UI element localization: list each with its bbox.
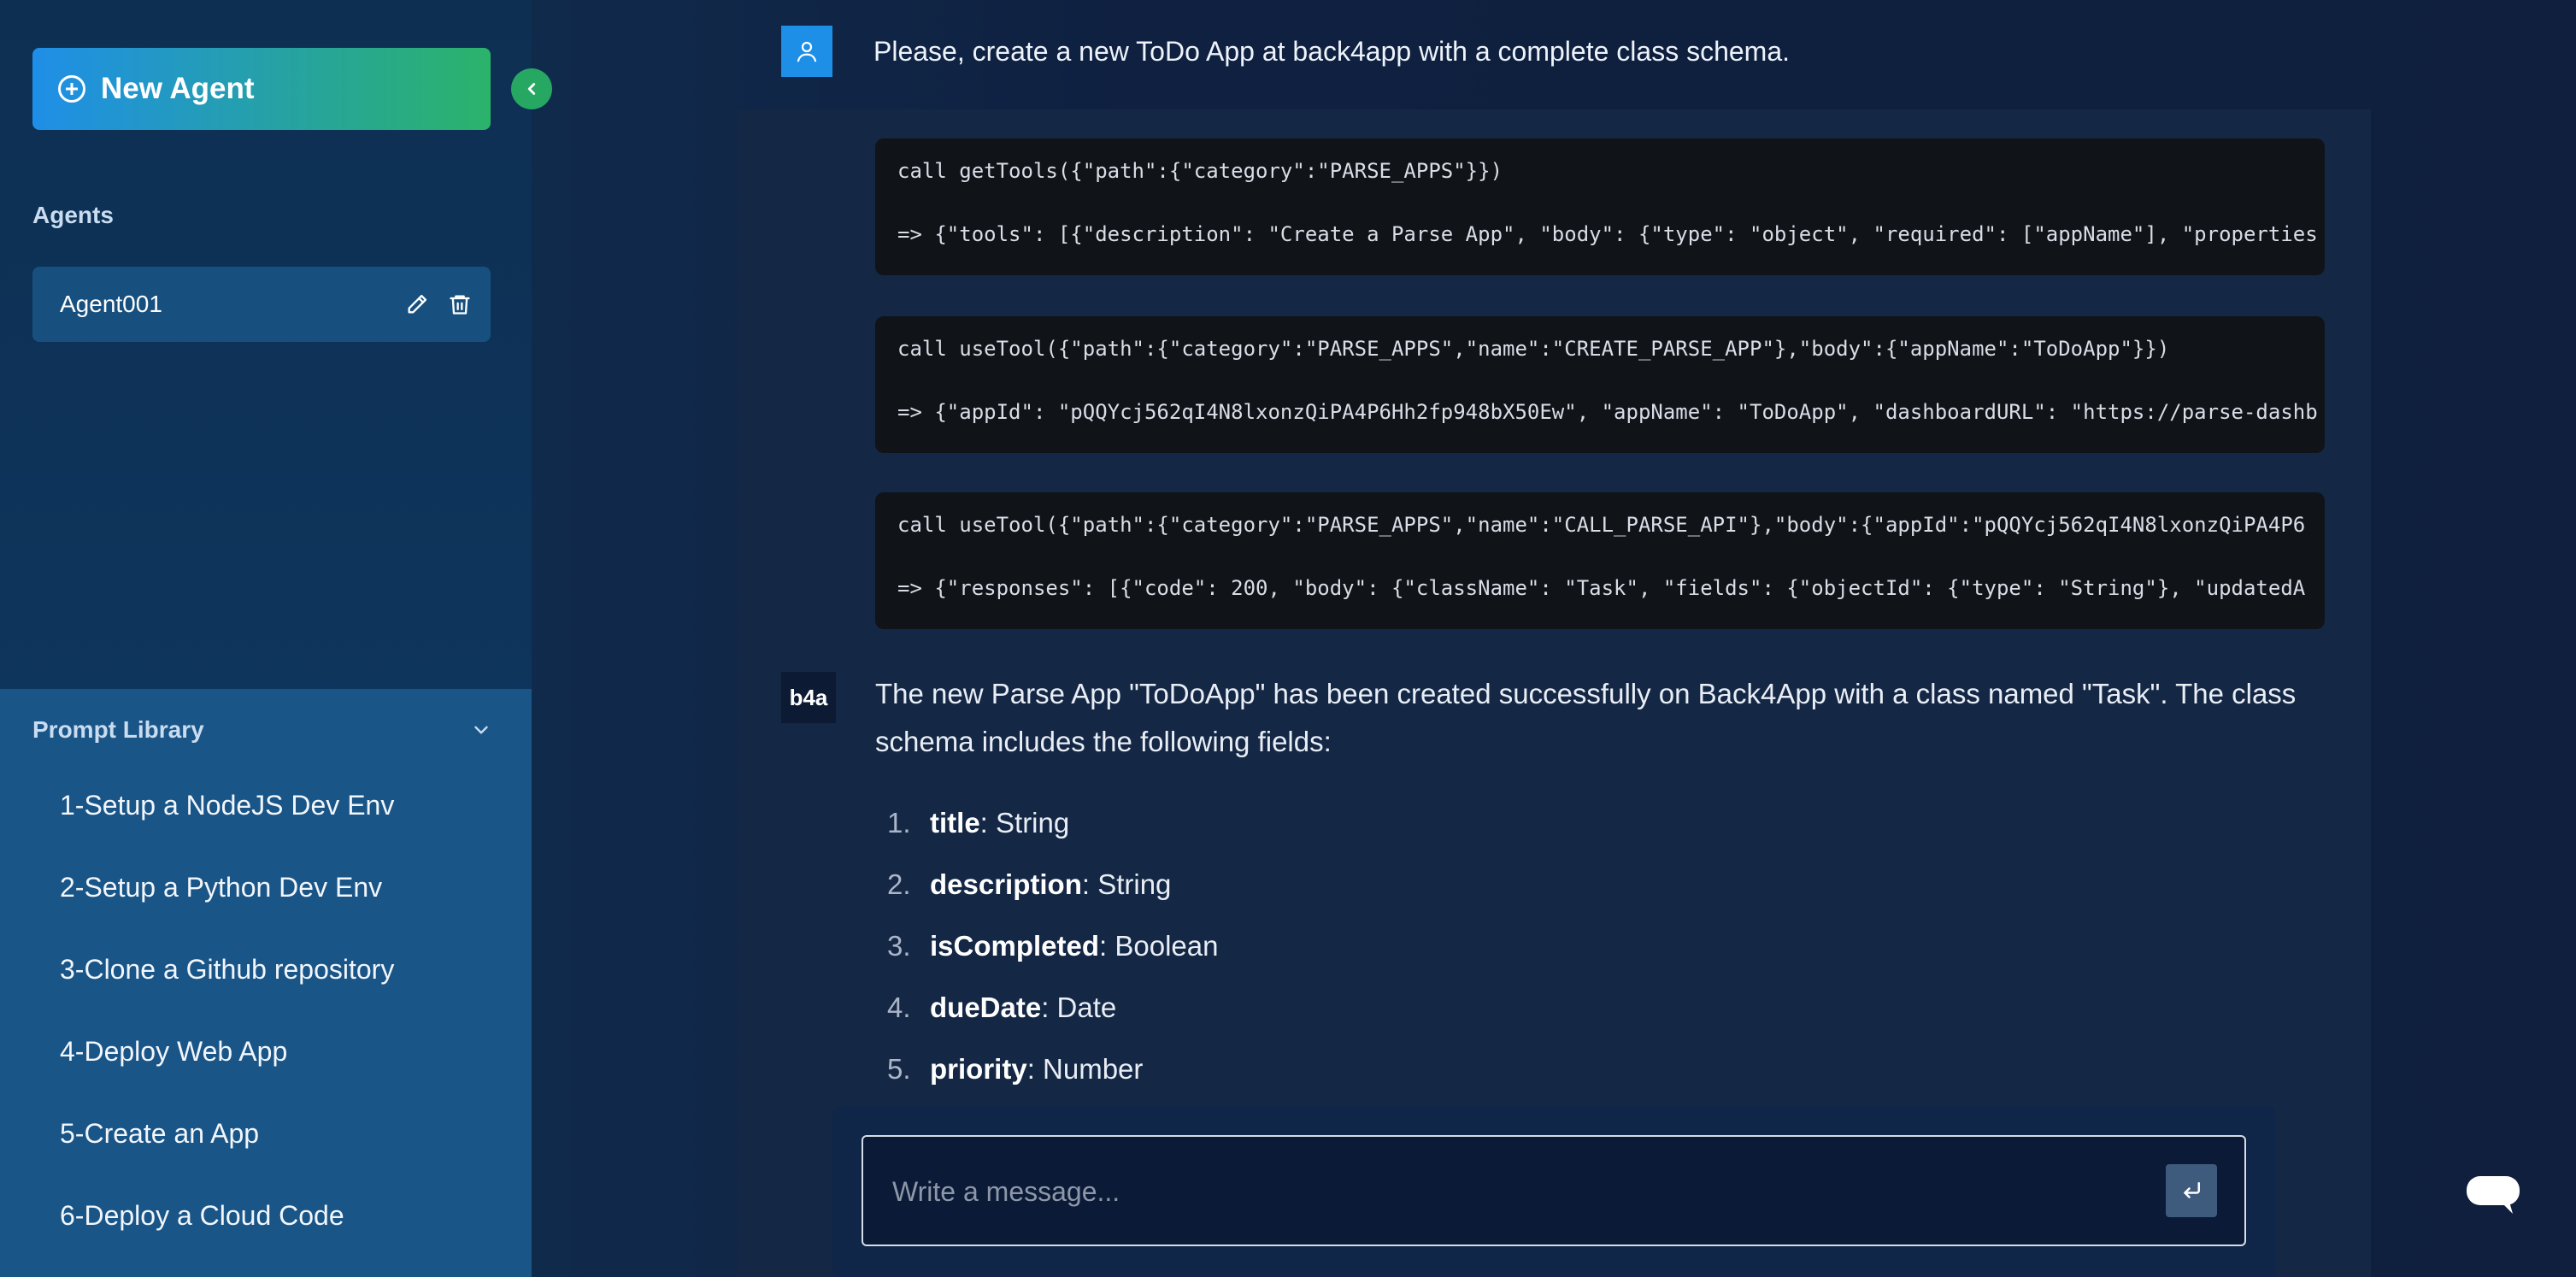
user-message: Please, create a new ToDo App at back4ap… [873, 35, 1791, 67]
pencil-icon[interactable] [405, 292, 429, 316]
list-number: 3. [887, 930, 911, 962]
tool-result: => {"responses": [{"code": 200, "body": … [897, 576, 2306, 600]
chevron-down-icon [474, 726, 488, 734]
tool-call-block: call useTool({"path":{"category":"PARSE_… [875, 316, 2325, 453]
list-item: 2. description : String [887, 868, 1171, 901]
message-input[interactable] [891, 1137, 2091, 1246]
field-type: : String [1081, 868, 1172, 900]
tool-call-block: call useTool({"path":{"category":"PARSE_… [875, 492, 2325, 629]
list-number: 4. [887, 992, 911, 1023]
agent-name: Agent001 [60, 291, 162, 317]
prompt-item[interactable]: 5-Create an App [60, 1118, 259, 1150]
new-agent-button[interactable]: New Agent [32, 48, 491, 130]
assistant-avatar: b4a [781, 672, 836, 723]
prompt-item[interactable]: 4-Deploy Web App [60, 1036, 287, 1068]
user-avatar [781, 26, 832, 77]
prompt-item[interactable]: 1-Setup a NodeJS Dev Env [60, 790, 394, 821]
list-number: 2. [887, 868, 911, 900]
chevron-left-icon [527, 83, 536, 95]
message-composer [862, 1135, 2246, 1246]
list-item: 1. title : String [887, 807, 1069, 839]
user-message-row: Please, create a new ToDo App at back4ap… [781, 26, 1790, 77]
send-button[interactable] [2166, 1164, 2217, 1217]
list-item: 3. isCompleted : Boolean [887, 930, 1219, 962]
tool-call-block: call getTools({"path":{"category":"PARSE… [875, 138, 2325, 275]
agents-heading: Agents [32, 202, 114, 228]
field-name: dueDate [930, 992, 1042, 1023]
sidebar: New Agent Agents Agent001 Prompt Library… [0, 0, 532, 1277]
collapse-sidebar-button[interactable] [511, 68, 552, 109]
list-item: 5. priority : Number [887, 1053, 1143, 1086]
tool-result: => {"tools": [{"description": "Create a … [897, 222, 2318, 246]
prompt-library: Prompt Library 1-Setup a NodeJS Dev Env … [0, 689, 532, 1277]
tool-call: call useTool({"path":{"category":"PARSE_… [897, 337, 2170, 361]
list-item: 4. dueDate : Date [887, 992, 1116, 1024]
tool-call: call getTools({"path":{"category":"PARSE… [897, 159, 1503, 183]
chat-bubble-icon[interactable] [2467, 1176, 2520, 1214]
tool-result: => {"appId": "pQQYcj562qI4N8lxonzQiPA4P6… [897, 400, 2318, 424]
list-number: 5. [887, 1053, 911, 1085]
agent-item[interactable]: Agent001 [32, 267, 491, 342]
trash-icon[interactable] [448, 292, 472, 316]
prompt-library-title: Prompt Library [32, 716, 204, 743]
assistant-reply: The new Parse App "ToDoApp" has been cre… [875, 678, 2297, 757]
tool-call: call useTool({"path":{"category":"PARSE_… [897, 513, 2306, 537]
new-agent-label: New Agent [101, 72, 255, 105]
user-icon [797, 41, 817, 62]
field-type: : String [979, 807, 1070, 839]
prompt-library-toggle[interactable]: Prompt Library [32, 713, 492, 747]
field-name: title [930, 807, 980, 839]
field-name: description [930, 868, 1082, 900]
prompt-item[interactable]: 3-Clone a Github repository [60, 954, 394, 986]
field-type: : Date [1041, 992, 1117, 1023]
prompt-item[interactable]: 2-Setup a Python Dev Env [60, 872, 382, 903]
field-type: : Number [1026, 1053, 1144, 1085]
field-type: : Boolean [1099, 930, 1219, 962]
plus-circle-icon [58, 75, 85, 103]
prompt-item[interactable]: 6-Deploy a Cloud Code [60, 1200, 344, 1232]
list-number: 1. [887, 807, 911, 839]
enter-icon [2184, 1182, 2200, 1198]
field-name: priority [930, 1053, 1027, 1085]
field-name: isCompleted [930, 930, 1100, 962]
